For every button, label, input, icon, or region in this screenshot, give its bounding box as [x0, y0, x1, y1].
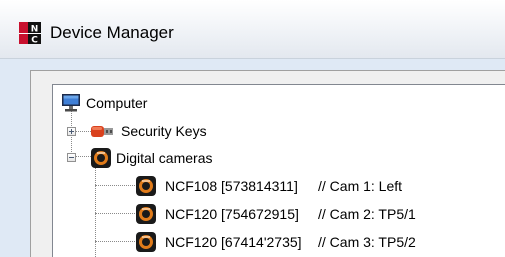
computer-label: Computer [86, 95, 148, 111]
app-logo-letter-n: N [31, 25, 39, 35]
window-title: Device Manager [50, 23, 174, 42]
tree-item-camera-3[interactable]: NCF120 [67414'2735] // Cam 3: TP5/2 [53, 230, 505, 254]
camera-1-label: NCF108 [573814311] [165, 178, 298, 194]
title-bar[interactable]: N C Device Manager [0, 0, 505, 59]
tree-item-security-keys[interactable]: Security Keys [53, 119, 353, 143]
expand-security-keys-icon[interactable] [67, 127, 76, 136]
app-logo-letter-c: C [31, 36, 38, 45]
camera-2-label: NCF120 [754672915] [165, 206, 299, 222]
security-key-icon [91, 126, 113, 137]
camera-icon [136, 232, 156, 252]
device-tree[interactable]: Computer Security Keys Digital cameras N… [52, 84, 505, 257]
camera-icon [136, 204, 156, 224]
camera-2-comment: // Cam 2: TP5/1 [318, 206, 416, 222]
camera-1-comment: // Cam 1: Left [318, 178, 403, 194]
app-logo-icon: N C [19, 22, 41, 44]
tree-item-camera-1[interactable]: NCF108 [573814311] // Cam 1: Left [53, 174, 505, 198]
camera-icon [91, 148, 111, 168]
device-manager-window: N C Device Manager Computer Security Key… [0, 0, 505, 257]
security-keys-label: Security Keys [121, 123, 207, 139]
digital-cameras-label: Digital cameras [116, 150, 213, 166]
camera-3-label: NCF120 [67414'2735] [165, 234, 302, 250]
collapse-digital-cameras-icon[interactable] [67, 153, 76, 162]
camera-icon [136, 176, 156, 196]
tree-item-computer[interactable]: Computer [53, 91, 353, 115]
tree-item-camera-2[interactable]: NCF120 [754672915] // Cam 2: TP5/1 [53, 202, 505, 226]
computer-icon [62, 94, 80, 112]
camera-3-comment: // Cam 3: TP5/2 [318, 234, 416, 250]
tree-item-digital-cameras[interactable]: Digital cameras [53, 146, 353, 170]
